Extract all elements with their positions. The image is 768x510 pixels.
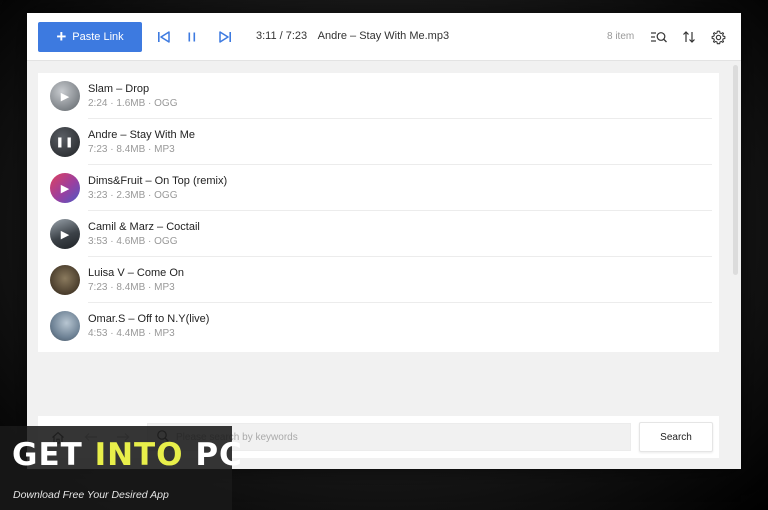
toolbar: + Paste Link 3:11 / 7:23 Andre – Stay Wi… xyxy=(27,13,741,61)
logo-word-into: INTO xyxy=(94,437,184,473)
app-window: + Paste Link 3:11 / 7:23 Andre – Stay Wi… xyxy=(27,13,741,469)
play-icon[interactable]: ▶ xyxy=(61,90,69,103)
watermark-logo: GET INTO PC xyxy=(12,437,243,473)
previous-track-button[interactable] xyxy=(154,27,174,47)
now-playing: 3:11 / 7:23 Andre – Stay With Me.mp3 xyxy=(256,30,449,42)
track-meta: 4:53 · 4.4MB · MP3 xyxy=(88,328,175,339)
track-title: Dims&Fruit – On Top (remix) xyxy=(88,175,228,187)
track-title: Camil & Marz – Coctail xyxy=(88,221,200,233)
track-title: Slam – Drop xyxy=(88,83,150,95)
skip-forward-icon xyxy=(219,31,231,43)
scrollbar-thumb[interactable] xyxy=(733,65,738,275)
album-art xyxy=(50,311,80,341)
list-item[interactable]: ▶ Dims&Fruit – On Top (remix) 3:23 · 2.3… xyxy=(38,165,719,211)
search-button[interactable]: Search xyxy=(639,422,713,452)
pause-button[interactable] xyxy=(182,27,202,47)
list-item[interactable]: ❚❚ Andre – Stay With Me 7:23 · 8.4MB · M… xyxy=(38,119,719,165)
track-meta: 3:53 · 4.6MB · OGG xyxy=(88,236,178,247)
pause-icon xyxy=(188,32,196,42)
logo-word-pc: PC xyxy=(183,437,243,473)
playback-time: 3:11 / 7:23 xyxy=(256,30,308,42)
plus-icon: + xyxy=(56,27,67,46)
settings-button[interactable] xyxy=(708,27,728,47)
item-count: 8 item xyxy=(607,31,635,42)
play-icon[interactable]: ▶ xyxy=(61,228,69,241)
next-track-button[interactable] xyxy=(215,27,235,47)
list-item[interactable]: Omar.S – Off to N.Y(live) 4:53 · 4.4MB ·… xyxy=(38,303,719,349)
track-list: ▶ Slam – Drop 2:24 · 1.6MB · OGG ❚❚ Andr… xyxy=(38,73,719,352)
track-meta: 7:23 · 8.4MB · MP3 xyxy=(88,144,175,155)
album-art xyxy=(50,265,80,295)
list-item[interactable]: ▶ Camil & Marz – Coctail 3:53 · 4.6MB · … xyxy=(38,211,719,257)
album-art: ▶ xyxy=(50,81,80,111)
pause-icon[interactable]: ❚❚ xyxy=(56,137,75,148)
track-title: Omar.S – Off to N.Y(live) xyxy=(88,313,210,325)
play-icon[interactable]: ▶ xyxy=(61,182,69,195)
track-title: Luisa V – Come On xyxy=(88,267,184,279)
watermark-tagline: Download Free Your Desired App xyxy=(13,489,169,501)
list-item[interactable]: ▶ Slam – Drop 2:24 · 1.6MB · OGG xyxy=(38,73,719,119)
paste-link-button[interactable]: + Paste Link xyxy=(38,22,142,52)
track-meta: 3:23 · 2.3MB · OGG xyxy=(88,190,178,201)
album-art: ▶ xyxy=(50,173,80,203)
logo-word-get: GET xyxy=(12,437,95,473)
album-art: ❚❚ xyxy=(50,127,80,157)
list-search-icon xyxy=(651,32,667,43)
skip-back-icon xyxy=(158,31,170,43)
paste-link-label: Paste Link xyxy=(72,31,124,43)
sort-icon xyxy=(683,31,695,43)
track-title: Andre – Stay With Me xyxy=(88,129,195,141)
track-meta: 2:24 · 1.6MB · OGG xyxy=(88,98,178,109)
list-item[interactable]: Luisa V – Come On 7:23 · 8.4MB · MP3 xyxy=(38,257,719,303)
album-art: ▶ xyxy=(50,219,80,249)
current-track-name: Andre – Stay With Me.mp3 xyxy=(317,30,450,42)
gear-icon xyxy=(711,30,725,44)
list-search-button[interactable] xyxy=(649,27,669,47)
track-meta: 7:23 · 8.4MB · MP3 xyxy=(88,282,175,293)
sort-button[interactable] xyxy=(679,27,699,47)
